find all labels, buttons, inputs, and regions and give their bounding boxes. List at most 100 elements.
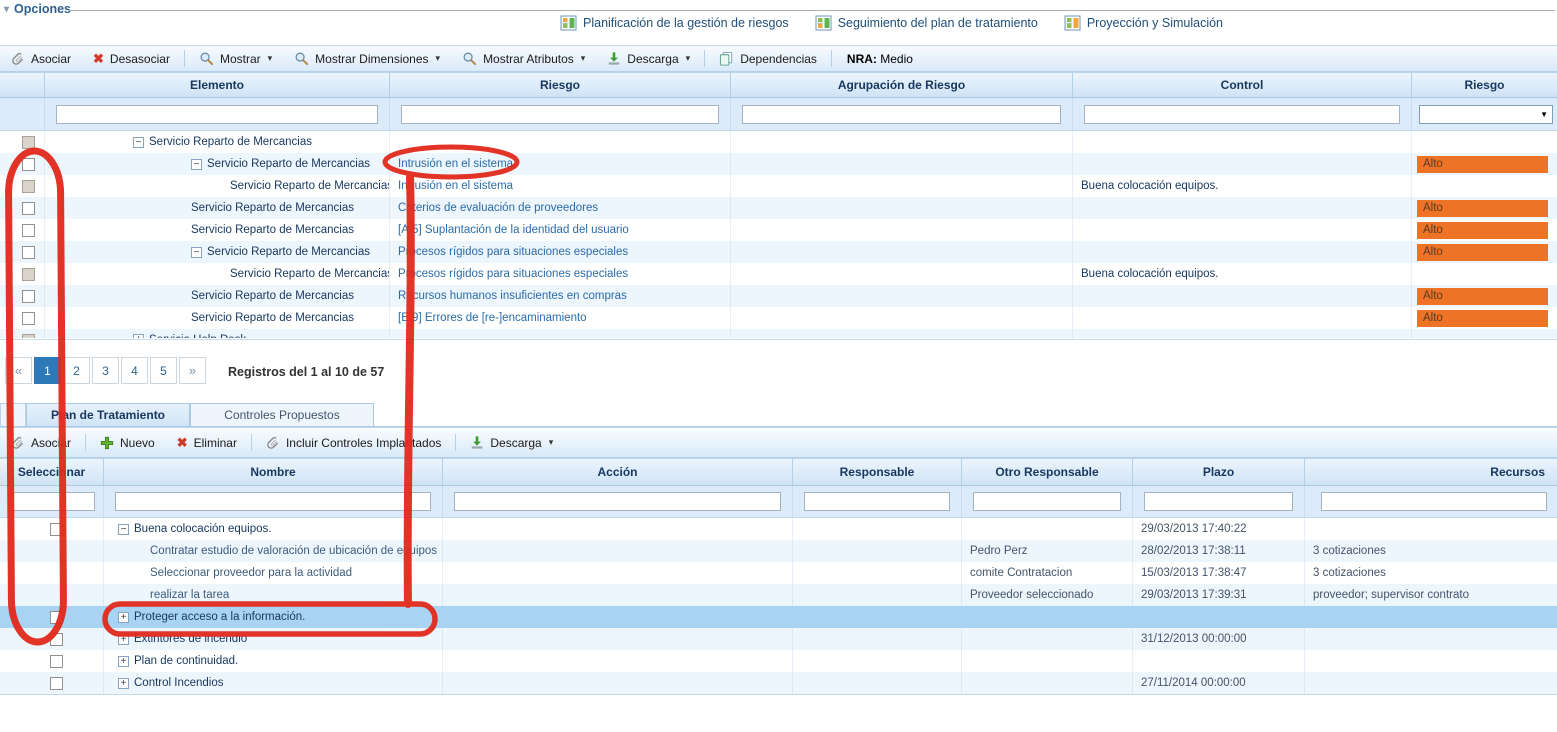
magnifier-icon	[462, 51, 477, 66]
riesgo-cell	[390, 329, 731, 338]
table-row[interactable]: Servicio Reparto de Mercancias Intrusión…	[0, 175, 1557, 197]
options-label: Opciones	[14, 2, 71, 16]
nra-indicator: NRA: Medio	[847, 52, 913, 66]
table-row[interactable]: Servicio Reparto de Mercancias Procesos …	[0, 263, 1557, 285]
button-label: Mostrar Dimensiones	[315, 52, 428, 66]
tree-toggle-icon[interactable]: −	[191, 159, 202, 170]
tree-toggle-icon[interactable]: +	[118, 656, 129, 667]
pagination-page-3[interactable]: 3	[92, 357, 119, 384]
magnifier-icon	[294, 51, 309, 66]
paperclip-icon	[11, 52, 25, 66]
agrupacion-cell	[731, 307, 1073, 329]
tree-toggle-icon[interactable]: −	[191, 247, 202, 258]
agrupacion-cell	[731, 263, 1073, 285]
red-x-icon: ✖	[177, 436, 188, 449]
accion-filter-input[interactable]	[454, 492, 781, 511]
tree-toggle-icon[interactable]: −	[118, 524, 129, 535]
table-row[interactable]: +Plan de continuidad.	[0, 650, 1557, 672]
row-checkbox[interactable]	[22, 158, 35, 171]
row-checkbox[interactable]	[22, 312, 35, 325]
elemento-cell: Servicio Reparto de Mercancias	[207, 246, 370, 258]
row-checkbox	[22, 180, 35, 193]
row-checkbox[interactable]	[50, 523, 63, 536]
row-checkbox[interactable]	[50, 677, 63, 690]
pagination-page-5[interactable]: 5	[150, 357, 177, 384]
table-row-clipped[interactable]: +Servicio Help Desk	[0, 329, 1557, 338]
row-checkbox[interactable]	[22, 246, 35, 259]
agrupacion-cell	[731, 153, 1073, 175]
desasociar-button[interactable]: ✖ Desasociar	[82, 46, 181, 71]
table-row[interactable]: +Control Incendios 27/11/2014 00:00:00	[0, 672, 1557, 694]
incluir-controles-implantados-button[interactable]: Incluir Controles Implantados	[255, 428, 452, 457]
tree-toggle-icon[interactable]: +	[118, 678, 129, 689]
row-checkbox[interactable]	[22, 202, 35, 215]
tree-toggle-icon[interactable]: −	[133, 137, 144, 148]
table-row[interactable]: Servicio Reparto de Mercancias [E.9] Err…	[0, 307, 1557, 329]
plazo-cell	[1133, 650, 1305, 672]
link-proyeccion-simulacion[interactable]: Proyección y Simulación	[1064, 15, 1223, 31]
mostrar-dimensiones-dropdown-button[interactable]: Mostrar Dimensiones ▾	[283, 46, 451, 71]
row-checkbox[interactable]	[22, 290, 35, 303]
table-row[interactable]: Servicio Reparto de Mercancias Criterios…	[0, 197, 1557, 219]
row-checkbox[interactable]	[50, 655, 63, 668]
row-checkbox	[22, 268, 35, 281]
eliminar-button[interactable]: ✖ Eliminar	[166, 428, 248, 457]
pagination-page-4[interactable]: 4	[121, 357, 148, 384]
plazo-cell: 27/11/2014 00:00:00	[1133, 672, 1305, 694]
nivel-riesgo-filter-select[interactable]: ▼	[1419, 105, 1553, 124]
mostrar-atributos-dropdown-button[interactable]: Mostrar Atributos ▾	[451, 46, 596, 71]
mostrar-dropdown-button[interactable]: Mostrar ▾	[188, 46, 283, 71]
tab-plan-de-tratamiento[interactable]: Plan de Tratamiento	[26, 403, 190, 426]
tree-toggle-icon[interactable]: +	[118, 612, 129, 623]
table-row[interactable]: −Servicio Reparto de Mercancias	[0, 131, 1557, 153]
tree-toggle-icon[interactable]: +	[118, 634, 129, 645]
table-row[interactable]: −Servicio Reparto de Mercancias Intrusió…	[0, 153, 1557, 175]
nivel-cell	[1412, 329, 1557, 338]
tab-controles-propuestos[interactable]: Controles Propuestos	[190, 403, 374, 426]
risk-level-badge: Alto	[1417, 200, 1548, 217]
asociar-button[interactable]: Asociar	[0, 46, 82, 71]
riesgo-filter-input[interactable]	[401, 105, 719, 124]
table-row[interactable]: −Servicio Reparto de Mercancias Procesos…	[0, 241, 1557, 263]
caret-down-icon: ▾	[436, 53, 441, 64]
seleccionar-filter-input[interactable]	[8, 492, 95, 511]
descarga-dropdown-button[interactable]: Descarga ▾	[596, 46, 701, 71]
button-label: Desasociar	[110, 52, 170, 66]
descarga-dropdown-button[interactable]: Descarga ▾	[459, 428, 564, 457]
row-checkbox[interactable]	[50, 611, 63, 624]
toolbar-separator	[831, 50, 832, 67]
responsable-filter-input[interactable]	[804, 492, 950, 511]
nuevo-button[interactable]: Nuevo	[89, 428, 166, 457]
table-row[interactable]: +Extintores de incendio 31/12/2013 00:00…	[0, 628, 1557, 650]
elemento-filter-input[interactable]	[56, 105, 378, 124]
dependencias-button[interactable]: Dependencias	[708, 46, 828, 71]
tree-toggle-icon[interactable]: +	[133, 334, 144, 338]
table-row[interactable]: realizar la tarea Proveedor seleccionado…	[0, 584, 1557, 606]
otro-responsable-filter-input[interactable]	[973, 492, 1121, 511]
link-planificacion-gestion-riesgos[interactable]: Planificación de la gestión de riesgos	[560, 15, 789, 31]
asociar-button[interactable]: Asociar	[0, 428, 82, 457]
agrupacion-filter-input[interactable]	[742, 105, 1061, 124]
nombre-filter-input[interactable]	[115, 492, 431, 511]
table-row[interactable]: Contratar estudio de valoración de ubica…	[0, 540, 1557, 562]
risk-level-badge: Alto	[1417, 244, 1548, 261]
plazo-filter-input[interactable]	[1144, 492, 1293, 511]
table-row[interactable]: Servicio Reparto de Mercancias Recursos …	[0, 285, 1557, 307]
riesgo-cell: Recursos humanos insuficientes en compra…	[390, 285, 731, 307]
nombre-cell: Extintores de incendio	[134, 633, 247, 645]
elemento-cell: Servicio Reparto de Mercancias	[191, 290, 354, 302]
control-filter-input[interactable]	[1084, 105, 1400, 124]
link-seguimiento-plan-tratamiento[interactable]: Seguimiento del plan de tratamiento	[815, 15, 1038, 31]
pagination-page-1[interactable]: 1	[34, 357, 61, 384]
row-checkbox[interactable]	[50, 633, 63, 646]
table-row[interactable]: Servicio Reparto de Mercancias [A.5] Sup…	[0, 219, 1557, 241]
row-checkbox[interactable]	[22, 224, 35, 237]
options-section-toggle[interactable]: ▾ Opciones	[4, 2, 71, 16]
pagination-page-2[interactable]: 2	[63, 357, 90, 384]
table-row[interactable]: Seleccionar proveedor para la actividad …	[0, 562, 1557, 584]
pagination-next-button[interactable]: »	[179, 357, 206, 384]
pagination-first-button[interactable]: «	[5, 357, 32, 384]
table-row[interactable]: −Buena colocación equipos. 29/03/2013 17…	[0, 518, 1557, 540]
table-row-selected[interactable]: +Proteger acceso a la información.	[0, 606, 1557, 628]
recursos-filter-input[interactable]	[1321, 492, 1547, 511]
